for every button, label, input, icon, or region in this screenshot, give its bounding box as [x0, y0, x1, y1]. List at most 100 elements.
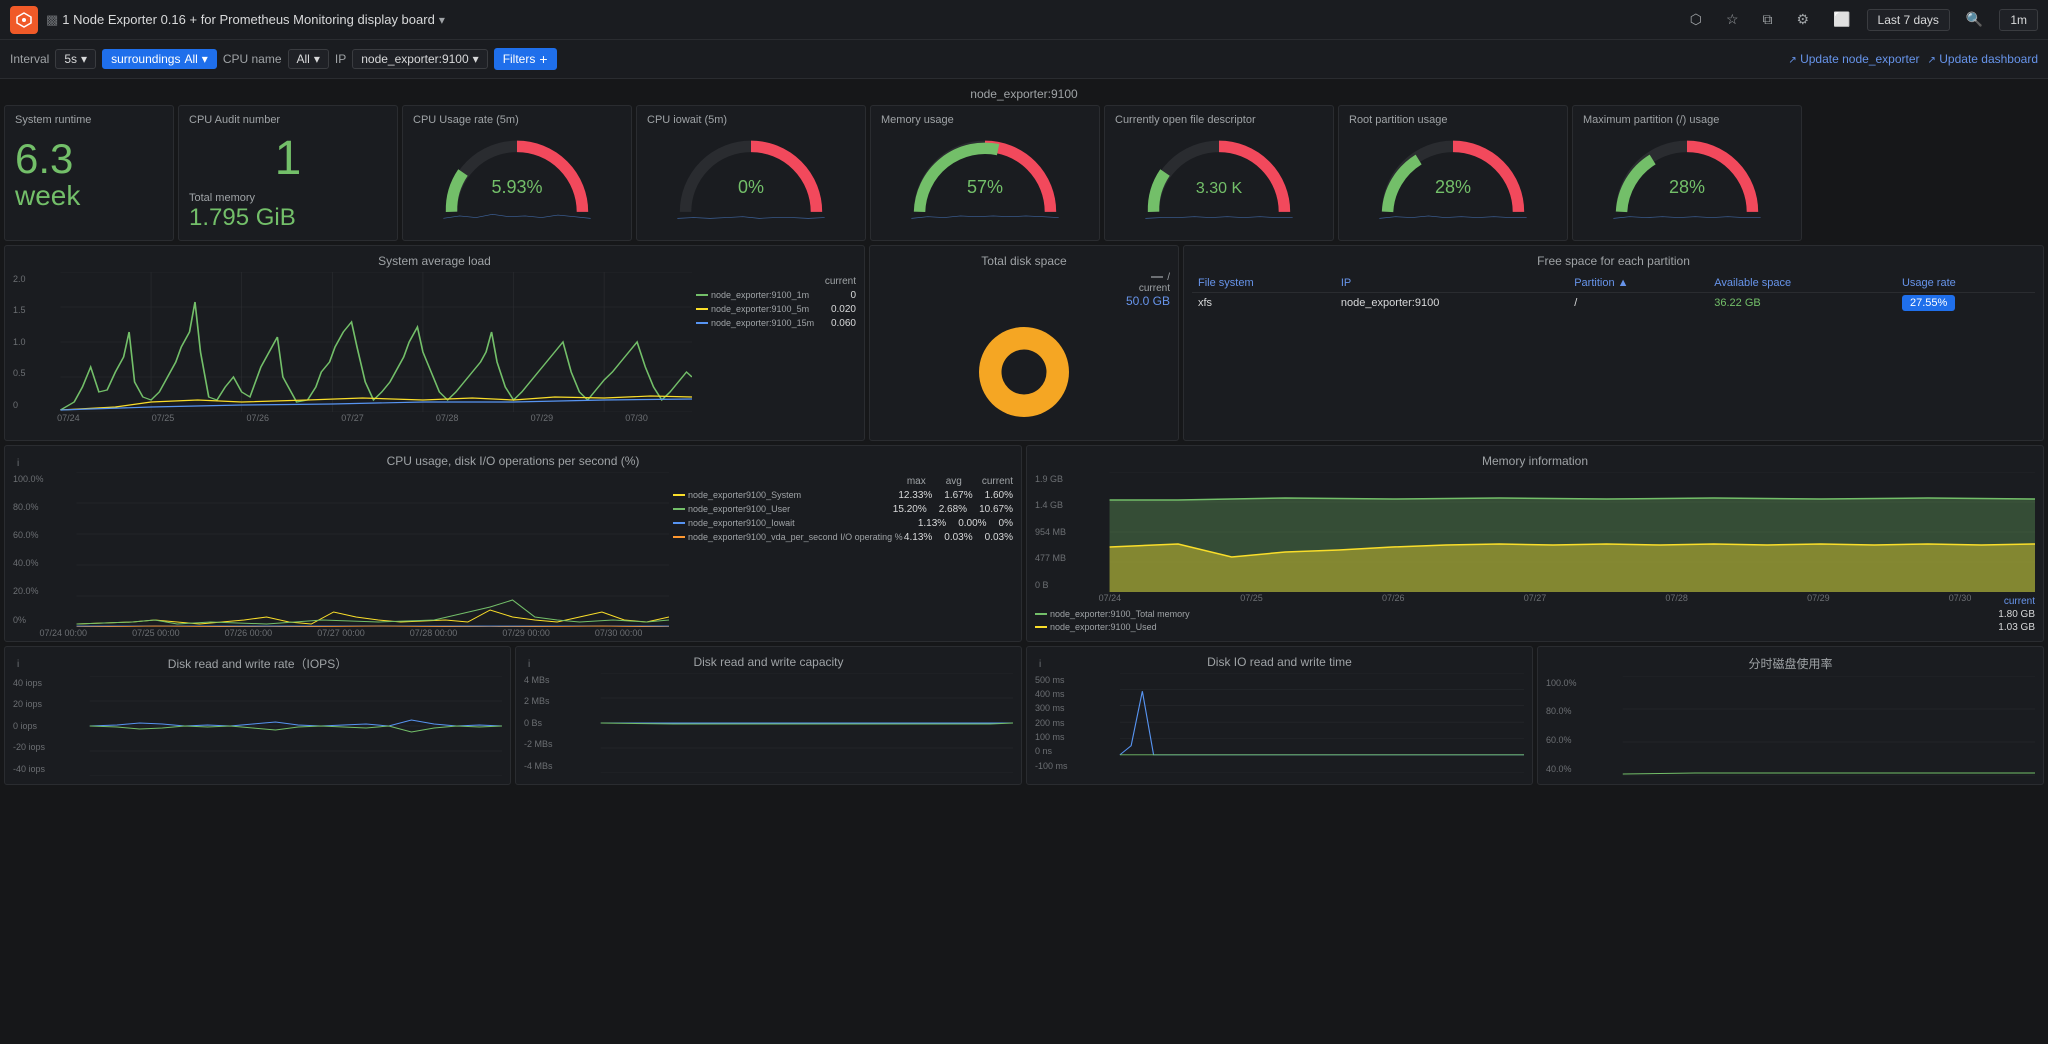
- copy-button[interactable]: ⧉: [1755, 7, 1781, 32]
- cpu-disk-legend: max avg current node_exporter9100_System…: [673, 472, 1013, 627]
- cpu-disk-ops-card: i CPU usage, disk I/O operations per sec…: [4, 445, 1022, 642]
- dashboard-title: 1 Node Exporter 0.16 + for Prometheus Mo…: [62, 12, 435, 27]
- filter-bar: Interval 5s ▾ surroundings All ▾ CPU nam…: [0, 40, 2048, 79]
- root-partition-title: Root partition usage: [1349, 114, 1557, 126]
- free-space-title: Free space for each partition: [1192, 254, 2035, 268]
- cpu-name-filter[interactable]: All ▾: [288, 49, 329, 69]
- ip-label: IP: [335, 52, 346, 66]
- settings-button[interactable]: ⚙: [1789, 7, 1818, 32]
- disk-usage-rate-title: 分时磁盘使用率: [1546, 655, 2035, 672]
- cpu-name-label: CPU name: [223, 52, 282, 66]
- metrics-row: System runtime 6.3 week CPU Audit number…: [4, 105, 2044, 241]
- cpu-iowait-value: 0%: [738, 177, 764, 198]
- avg-load-chart: 2.0 1.5 1.0 0.5 0: [13, 272, 692, 412]
- system-runtime-card: System runtime 6.3 week: [4, 105, 174, 241]
- app-logo: [10, 6, 38, 34]
- third-row: i CPU usage, disk I/O operations per sec…: [4, 445, 2044, 642]
- interval-filter[interactable]: 5s ▾: [55, 49, 96, 69]
- system-avg-load-card: System average load 2.0 1.5 1.0 0.5 0: [4, 245, 865, 441]
- cpu-iowait-gauge: 0%: [647, 130, 855, 220]
- disk-io-time-card: i Disk IO read and write time 500 ms 400…: [1026, 646, 1533, 785]
- total-disk-content: / current 50.0 GB: [878, 272, 1170, 432]
- surroundings-filter[interactable]: surroundings All ▾: [102, 49, 217, 69]
- root-partition-gauge: 28%: [1349, 130, 1557, 220]
- info-icon: i: [17, 458, 19, 469]
- disk-rw-capacity-chart: 4 MBs 2 MBs 0 Bs -2 MBs -4 MBs: [524, 673, 1013, 773]
- root-partition-value: 28%: [1435, 177, 1471, 198]
- max-partition-gauge: 28%: [1583, 130, 1791, 220]
- total-disk-card: Total disk space / current 50.0 GB: [869, 245, 1179, 441]
- col-usage: Usage rate: [1896, 274, 2035, 293]
- top-bar: ▩ 1 Node Exporter 0.16 + for Prometheus …: [0, 0, 2048, 40]
- filters-button[interactable]: Filters +: [494, 48, 557, 70]
- total-memory-label: Total memory: [189, 192, 387, 204]
- disk-usage-rate-card: 分时磁盘使用率 100.0% 80.0% 60.0% 40.0%: [1537, 646, 2044, 785]
- cpu-disk-chart: 100.0% 80.0% 60.0% 40.0% 20.0% 0%: [13, 472, 669, 627]
- max-partition-title: Maximum partition (/) usage: [1583, 114, 1791, 126]
- cpu-usage-card: CPU Usage rate (5m) 5.93%: [402, 105, 632, 241]
- memory-info-card: Memory information 1.9 GB 1.4 GB 954 MB …: [1026, 445, 2044, 642]
- ip-filter[interactable]: node_exporter:9100 ▾: [352, 49, 487, 69]
- disk-rw-rate-card: i Disk read and write rate（IOPS） 40 iops…: [4, 646, 511, 785]
- disk-rw-info-icon: i: [17, 659, 19, 670]
- memory-usage-title: Memory usage: [881, 114, 1089, 126]
- avg-load-legend: current node_exporter:9100_1m 0 node_exp…: [696, 272, 856, 412]
- cpu-disk-ops-title: CPU usage, disk I/O operations per secon…: [13, 454, 1013, 468]
- disk-rw-rate-chart: 40 iops 20 iops 0 iops -20 iops -40 iops: [13, 676, 502, 776]
- memory-info-chart: 1.9 GB 1.4 GB 954 MB 477 MB 0 B: [1035, 472, 2035, 592]
- disk-usage-rate-chart: 100.0% 80.0% 60.0% 40.0%: [1546, 676, 2035, 776]
- avg-load-title: System average load: [13, 254, 856, 268]
- main-content: node_exporter:9100 System runtime 6.3 we…: [0, 79, 2048, 789]
- free-space-table: File system IP Partition ▲ Available spa…: [1192, 274, 2035, 313]
- bottom-row: i Disk read and write rate（IOPS） 40 iops…: [4, 646, 2044, 785]
- memory-info-title: Memory information: [1035, 454, 2035, 468]
- star-button[interactable]: ☆: [1718, 7, 1747, 32]
- top-bar-left: ▩ 1 Node Exporter 0.16 + for Prometheus …: [10, 6, 1682, 34]
- disk-rw-capacity-title: Disk read and write capacity: [524, 655, 1013, 669]
- cpu-iowait-card: CPU iowait (5m) 0%: [636, 105, 866, 241]
- disk-cap-info-icon: i: [528, 659, 530, 670]
- interval-label: Interval: [10, 52, 49, 66]
- second-row: System average load 2.0 1.5 1.0 0.5 0: [4, 245, 2044, 441]
- total-memory-value: 1.795 GiB: [189, 204, 387, 232]
- filter-bar-right: ↗ Update node_exporter ↗ Update dashboar…: [1788, 52, 2038, 66]
- disk-io-info-icon: i: [1039, 659, 1041, 670]
- time-range-button[interactable]: Last 7 days: [1867, 9, 1950, 31]
- cpu-usage-gauge: 5.93%: [413, 130, 621, 220]
- runtime-unit: week: [15, 180, 80, 212]
- memory-usage-gauge: 57%: [881, 130, 1089, 220]
- root-partition-card: Root partition usage 28%: [1338, 105, 1568, 241]
- cpu-audit-title: CPU Audit number: [189, 114, 387, 126]
- cpu-usage-value: 5.93%: [491, 177, 542, 198]
- dropdown-arrow-icon[interactable]: ▾: [439, 13, 445, 27]
- tv-button[interactable]: ⬜: [1825, 7, 1858, 32]
- disk-rw-rate-title: Disk read and write rate（IOPS）: [13, 655, 502, 672]
- cpu-audit-card: CPU Audit number 1 Total memory 1.795 Gi…: [178, 105, 398, 241]
- total-disk-title: Total disk space: [878, 254, 1170, 268]
- disk-io-time-chart: 500 ms 400 ms 300 ms 200 ms 100 ms 0 ns …: [1035, 673, 1524, 773]
- open-file-title: Currently open file descriptor: [1115, 114, 1323, 126]
- update-node-button[interactable]: ↗ Update node_exporter: [1788, 52, 1919, 66]
- table-row: xfs node_exporter:9100 / 36.22 GB 27.55%: [1192, 292, 2035, 313]
- open-file-card: Currently open file descriptor 3.30 K: [1104, 105, 1334, 241]
- runtime-value: 6.3: [15, 138, 73, 180]
- cpu-iowait-title: CPU iowait (5m): [647, 114, 855, 126]
- usage-badge: 27.55%: [1902, 295, 1955, 311]
- refresh-button[interactable]: 1m: [1999, 9, 2038, 31]
- disk-rw-capacity-card: i Disk read and write capacity 4 MBs 2 M…: [515, 646, 1022, 785]
- memory-usage-card: Memory usage 57%: [870, 105, 1100, 241]
- zoom-button[interactable]: 🔍: [1958, 7, 1991, 32]
- top-bar-right: ⬡ ☆ ⧉ ⚙ ⬜ Last 7 days 🔍 1m: [1682, 7, 2038, 32]
- col-ip: IP: [1335, 274, 1568, 293]
- col-filesystem: File system: [1192, 274, 1335, 293]
- share-button[interactable]: ⬡: [1682, 7, 1710, 32]
- disk-io-time-title: Disk IO read and write time: [1035, 655, 1524, 669]
- cpu-usage-title: CPU Usage rate (5m): [413, 114, 621, 126]
- open-file-gauge: 3.30 K: [1115, 130, 1323, 220]
- host-label: node_exporter:9100: [4, 83, 2044, 105]
- free-space-card: Free space for each partition File syste…: [1183, 245, 2044, 441]
- col-partition: Partition ▲: [1568, 274, 1708, 293]
- memory-usage-value: 57%: [967, 177, 1003, 198]
- open-file-value: 3.30 K: [1196, 180, 1242, 198]
- update-dashboard-button[interactable]: ↗ Update dashboard: [1928, 52, 2038, 66]
